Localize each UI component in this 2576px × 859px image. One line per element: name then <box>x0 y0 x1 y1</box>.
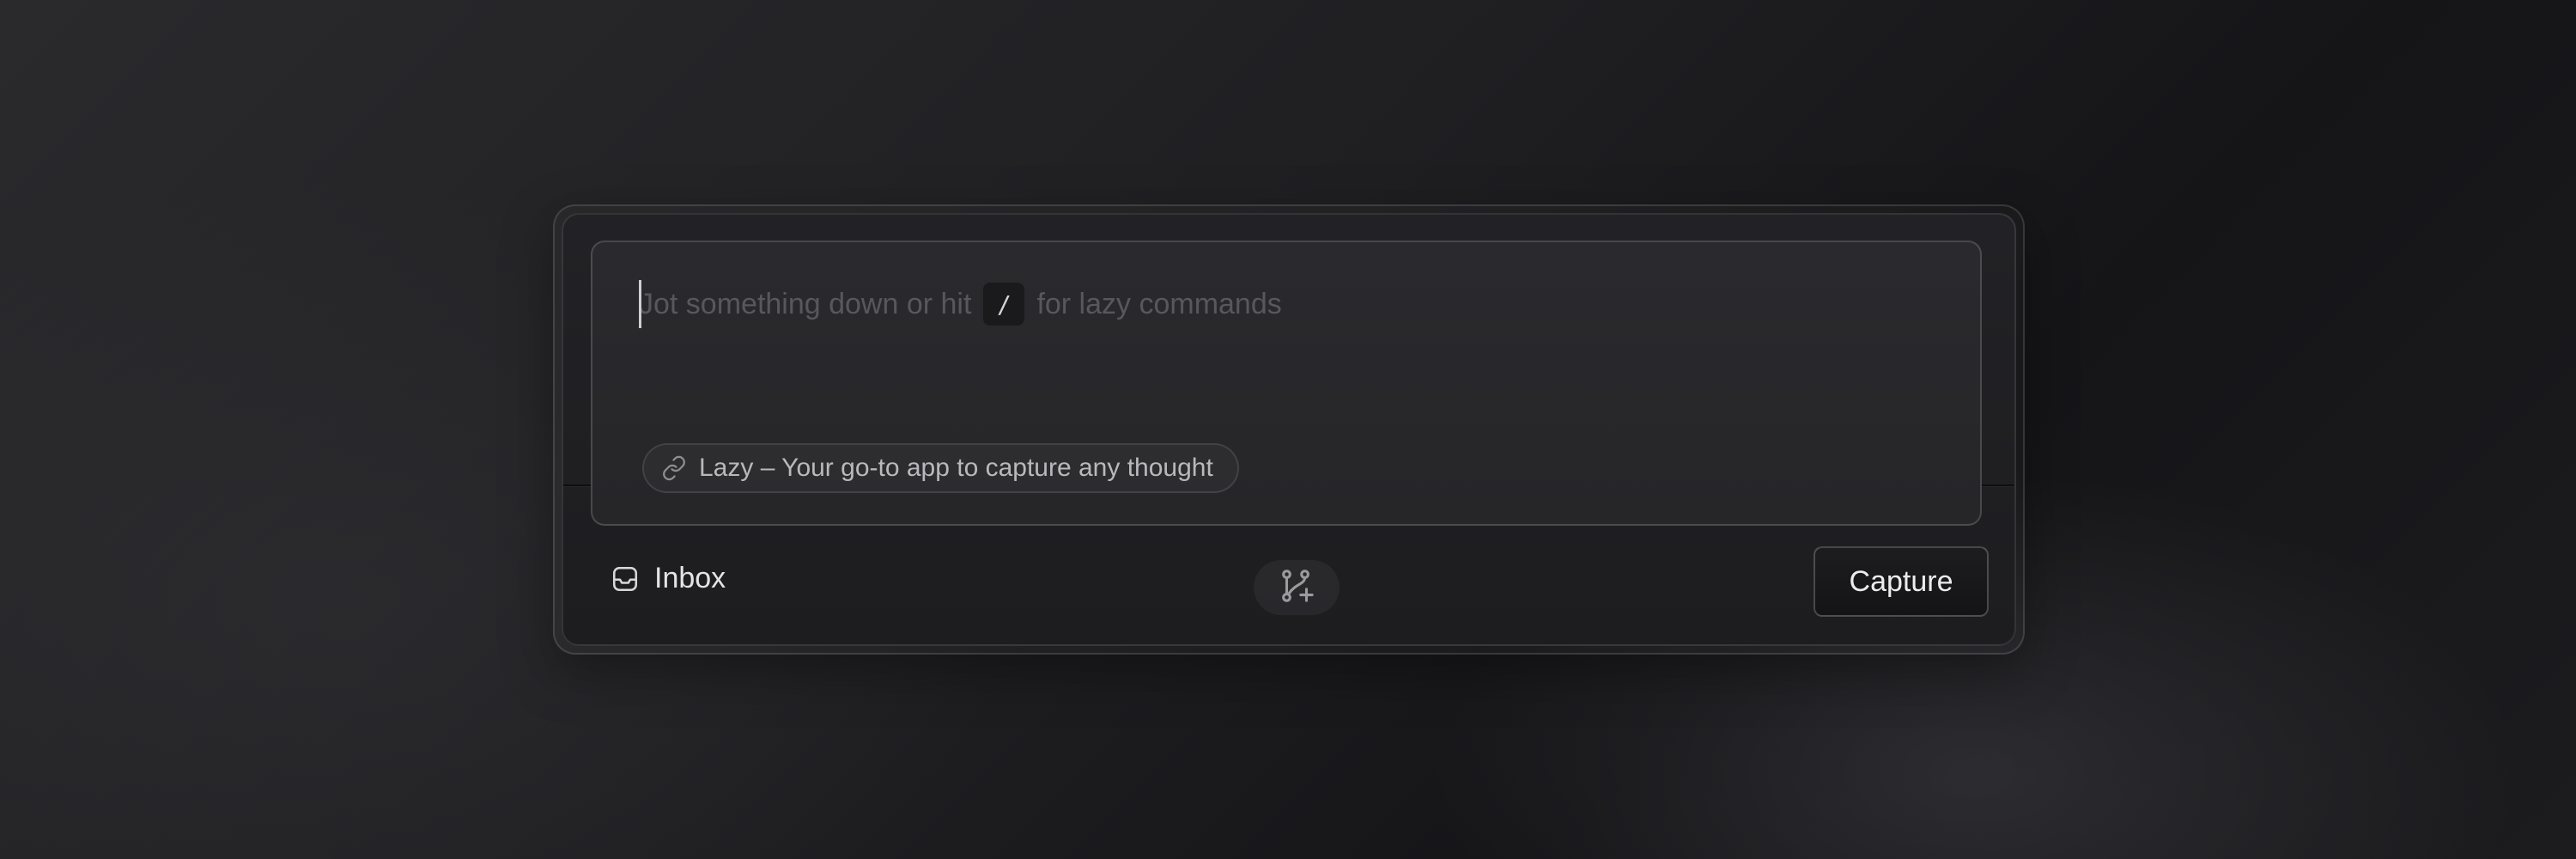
editor-placeholder: Jot something down or hit / for lazy com… <box>639 280 1282 328</box>
branch-button[interactable] <box>1254 560 1340 615</box>
inbox-button[interactable]: Inbox <box>610 562 726 595</box>
slash-shortcut-key: / <box>983 283 1025 326</box>
inbox-icon <box>610 564 641 594</box>
footer-bar: Inbox Capture <box>563 526 2014 644</box>
link-chip-label: Lazy – Your go-to app to capture any tho… <box>699 454 1213 482</box>
link-chip[interactable]: Lazy – Your go-to app to capture any tho… <box>642 443 1239 493</box>
placeholder-text-end: for lazy commands <box>1036 287 1282 320</box>
capture-window: Jot something down or hit / for lazy com… <box>553 204 2025 655</box>
placeholder-text-start: Jot something down or hit <box>639 287 972 320</box>
note-editor[interactable]: Jot something down or hit / for lazy com… <box>591 241 1982 526</box>
text-caret <box>639 280 641 328</box>
capture-button[interactable]: Capture <box>1814 546 1989 617</box>
git-branch-plus-icon <box>1277 566 1316 610</box>
capture-panel: Jot something down or hit / for lazy com… <box>562 213 2016 646</box>
link-icon <box>661 455 687 481</box>
inbox-label: Inbox <box>654 562 726 594</box>
